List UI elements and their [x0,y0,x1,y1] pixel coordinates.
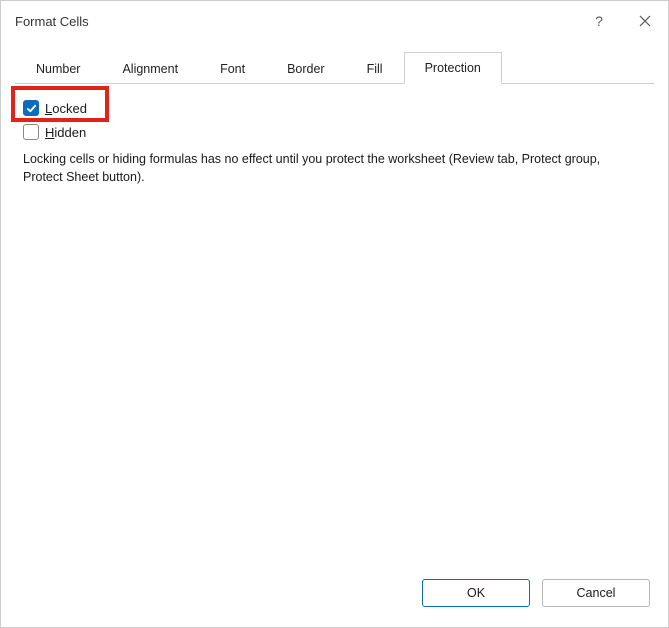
locked-checkbox[interactable] [23,100,39,116]
format-cells-dialog: Format Cells ? Number Alignment Font Bor… [0,0,669,628]
tab-protection[interactable]: Protection [404,52,502,84]
tab-content-protection: Locked Hidden Locking cells or hiding fo… [1,84,668,579]
close-button[interactable] [622,1,668,41]
checkmark-icon [26,103,37,114]
protection-description: Locking cells or hiding formulas has no … [23,150,643,186]
help-button[interactable]: ? [576,1,622,41]
dialog-footer: OK Cancel [1,579,668,627]
titlebar: Format Cells ? [1,1,668,41]
tab-fill[interactable]: Fill [346,53,404,84]
tab-number[interactable]: Number [15,53,101,84]
cancel-button[interactable]: Cancel [542,579,650,607]
hidden-checkbox-row[interactable]: Hidden [23,124,646,140]
tab-strip: Number Alignment Font Border Fill Protec… [15,51,654,84]
locked-checkbox-row[interactable]: Locked [23,100,646,116]
close-icon [639,15,651,27]
help-icon: ? [595,13,603,29]
tab-alignment[interactable]: Alignment [101,53,199,84]
tab-border[interactable]: Border [266,53,346,84]
dialog-title: Format Cells [15,14,576,29]
tab-font[interactable]: Font [199,53,266,84]
locked-label: Locked [45,101,87,116]
ok-button[interactable]: OK [422,579,530,607]
hidden-label: Hidden [45,125,86,140]
hidden-checkbox[interactable] [23,124,39,140]
